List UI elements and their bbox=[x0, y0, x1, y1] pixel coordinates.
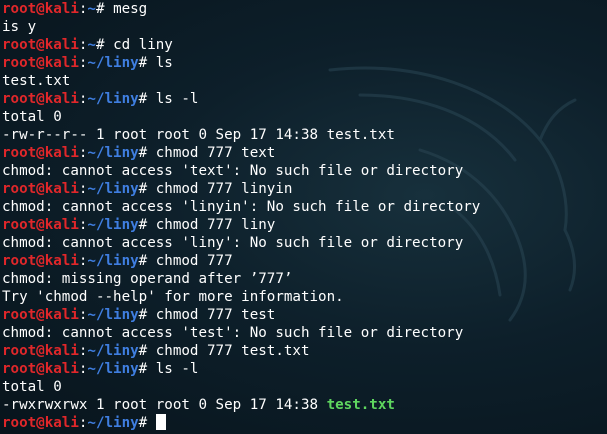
command-text: chmod 777 test.txt bbox=[155, 343, 310, 359]
output-line: Try 'chmod --help' for more information. bbox=[2, 288, 602, 306]
prompt-hash: # bbox=[138, 415, 156, 431]
prompt-path: ~/liny bbox=[87, 91, 139, 107]
command-text: chmod 777 liny bbox=[155, 217, 276, 233]
prompt-user-host: root@kali bbox=[2, 415, 79, 431]
output-line: chmod: cannot access 'liny': No such fil… bbox=[2, 234, 602, 252]
prompt-path: ~/liny bbox=[87, 343, 139, 359]
prompt-user-host: root@kali bbox=[2, 253, 79, 269]
command-text: ls -l bbox=[155, 91, 199, 107]
output-text: chmod: cannot access 'liny': No such fil… bbox=[2, 235, 464, 251]
command-text: chmod 777 text bbox=[155, 145, 276, 161]
command-text: mesg bbox=[113, 1, 148, 17]
prompt-hash: # bbox=[138, 91, 156, 107]
prompt-user-host: root@kali bbox=[2, 307, 79, 323]
output-line: chmod: cannot access 'text': No such fil… bbox=[2, 162, 602, 180]
output-line: total 0 bbox=[2, 378, 602, 396]
prompt-hash: # bbox=[138, 55, 156, 71]
prompt-path: ~ bbox=[87, 1, 96, 17]
prompt-user-host: root@kali bbox=[2, 1, 79, 17]
executable-filename: test.txt bbox=[326, 397, 395, 413]
prompt-line: root@kali:~/liny# chmod 777 linyin bbox=[2, 180, 602, 198]
command-text: chmod 777 linyin bbox=[155, 181, 293, 197]
prompt-hash: # bbox=[138, 217, 156, 233]
prompt-user-host: root@kali bbox=[2, 91, 79, 107]
prompt-path: ~/liny bbox=[87, 361, 139, 377]
prompt-user-host: root@kali bbox=[2, 343, 79, 359]
prompt-line: root@kali:~/liny# ls -l bbox=[2, 360, 602, 378]
output-text: total 0 bbox=[2, 109, 62, 125]
prompt-path: ~/liny bbox=[87, 55, 139, 71]
prompt-path: ~/liny bbox=[87, 217, 139, 233]
prompt-line: root@kali:~/liny# bbox=[2, 414, 602, 432]
text-cursor[interactable] bbox=[155, 414, 166, 430]
output-text: chmod: cannot access 'linyin': No such f… bbox=[2, 199, 481, 215]
output-text: total 0 bbox=[2, 379, 62, 395]
prompt-line: root@kali:~/liny# chmod 777 test.txt bbox=[2, 342, 602, 360]
prompt-hash: # bbox=[95, 37, 114, 53]
prompt-hash: # bbox=[138, 181, 156, 197]
prompt-path: ~ bbox=[87, 37, 96, 53]
output-text: -rwxrwxrwx 1 root root 0 Sep 17 14:38 bbox=[2, 397, 327, 413]
prompt-line: root@kali:~/liny# chmod 777 test bbox=[2, 306, 602, 324]
prompt-user-host: root@kali bbox=[2, 55, 79, 71]
output-line: chmod: cannot access 'test': No such fil… bbox=[2, 324, 602, 342]
prompt-hash: # bbox=[95, 1, 114, 17]
prompt-user-host: root@kali bbox=[2, 217, 79, 233]
prompt-path: ~/liny bbox=[87, 181, 139, 197]
prompt-user-host: root@kali bbox=[2, 181, 79, 197]
output-text: Try 'chmod --help' for more information. bbox=[2, 289, 344, 305]
prompt-hash: # bbox=[138, 307, 156, 323]
output-line: chmod: cannot access 'linyin': No such f… bbox=[2, 198, 602, 216]
prompt-path: ~/liny bbox=[87, 253, 139, 269]
prompt-path: ~/liny bbox=[87, 307, 139, 323]
prompt-line: root@kali:~/liny# chmod 777 bbox=[2, 252, 602, 270]
command-text: chmod 777 test bbox=[155, 307, 276, 323]
command-text: chmod 777 bbox=[155, 253, 233, 269]
output-text: is y bbox=[2, 19, 37, 35]
prompt-user-host: root@kali bbox=[2, 37, 79, 53]
prompt-line: root@kali:~/liny# chmod 777 liny bbox=[2, 216, 602, 234]
output-line: -rw-r--r-- 1 root root 0 Sep 17 14:38 te… bbox=[2, 126, 602, 144]
prompt-line: root@kali:~/liny# ls bbox=[2, 54, 602, 72]
command-text: ls -l bbox=[155, 361, 199, 377]
command-text: ls bbox=[155, 55, 173, 71]
output-line: chmod: missing operand after ’777’ bbox=[2, 270, 602, 288]
output-text: chmod: cannot access 'test': No such fil… bbox=[2, 325, 464, 341]
prompt-hash: # bbox=[138, 253, 156, 269]
command-text: cd liny bbox=[113, 37, 173, 53]
prompt-line: root@kali:~# mesg bbox=[2, 0, 602, 18]
output-line: total 0 bbox=[2, 108, 602, 126]
output-text: chmod: cannot access 'text': No such fil… bbox=[2, 163, 464, 179]
output-text: chmod: missing operand after ’777’ bbox=[2, 271, 293, 287]
output-text: test.txt bbox=[2, 73, 71, 89]
output-text: -rw-r--r-- 1 root root 0 Sep 17 14:38 te… bbox=[2, 127, 395, 143]
prompt-user-host: root@kali bbox=[2, 145, 79, 161]
terminal-output[interactable]: root@kali:~# mesg is y root@kali:~# cd lin… bbox=[2, 0, 602, 434]
output-line: -rwxrwxrwx 1 root root 0 Sep 17 14:38 te… bbox=[2, 396, 602, 414]
prompt-user-host: root@kali bbox=[2, 361, 79, 377]
prompt-hash: # bbox=[138, 343, 156, 359]
output-line: test.txt bbox=[2, 72, 602, 90]
prompt-hash: # bbox=[138, 361, 156, 377]
prompt-hash: # bbox=[138, 145, 156, 161]
prompt-line: root@kali:~/liny# chmod 777 text bbox=[2, 144, 602, 162]
prompt-path: ~/liny bbox=[87, 415, 139, 431]
prompt-path: ~/liny bbox=[87, 145, 139, 161]
prompt-line: root@kali:~# cd liny bbox=[2, 36, 602, 54]
prompt-line: root@kali:~/liny# ls -l bbox=[2, 90, 602, 108]
output-line: is y bbox=[2, 18, 602, 36]
